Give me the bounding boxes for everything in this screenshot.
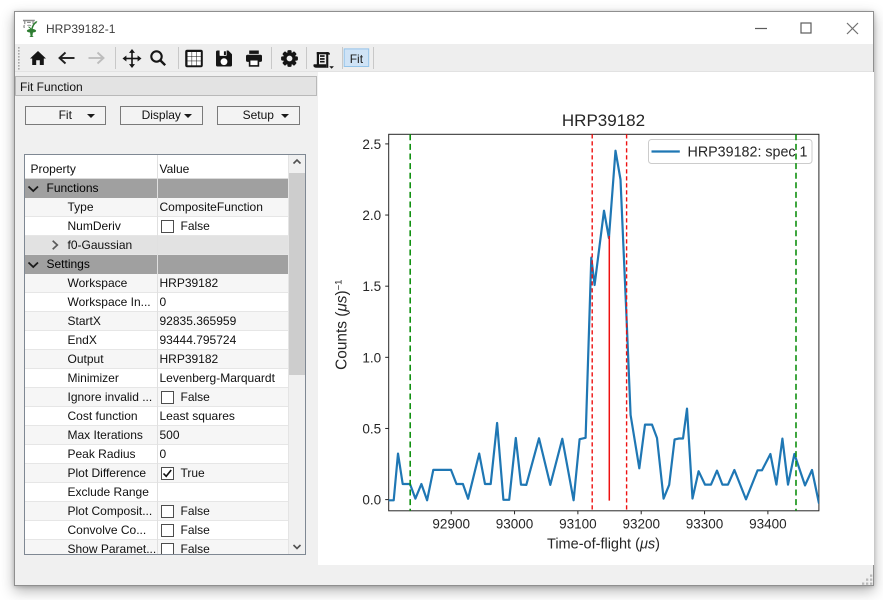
svg-text:93100: 93100: [559, 516, 597, 531]
svg-text:Fit: Fit: [350, 52, 364, 66]
svg-text:2.5: 2.5: [362, 137, 381, 152]
svg-text:1.0: 1.0: [362, 350, 381, 365]
svg-text:HRP39182: HRP39182: [562, 111, 645, 130]
svg-text:93000: 93000: [496, 516, 534, 531]
svg-text:1.5: 1.5: [362, 279, 381, 294]
svg-text:Time-of-flight (μs): Time-of-flight (μs): [547, 537, 660, 553]
svg-text:93400: 93400: [749, 516, 787, 531]
svg-text:0.5: 0.5: [362, 421, 381, 436]
svg-text:0.0: 0.0: [362, 493, 381, 508]
svg-text:Counts (μs)−1: Counts (μs)−1: [334, 280, 351, 370]
svg-text:93200: 93200: [622, 516, 660, 531]
svg-text:HRP39182: spec 1: HRP39182: spec 1: [688, 145, 808, 161]
svg-text:92900: 92900: [432, 516, 470, 531]
svg-text:93300: 93300: [686, 516, 724, 531]
svg-text:2.0: 2.0: [362, 208, 381, 223]
